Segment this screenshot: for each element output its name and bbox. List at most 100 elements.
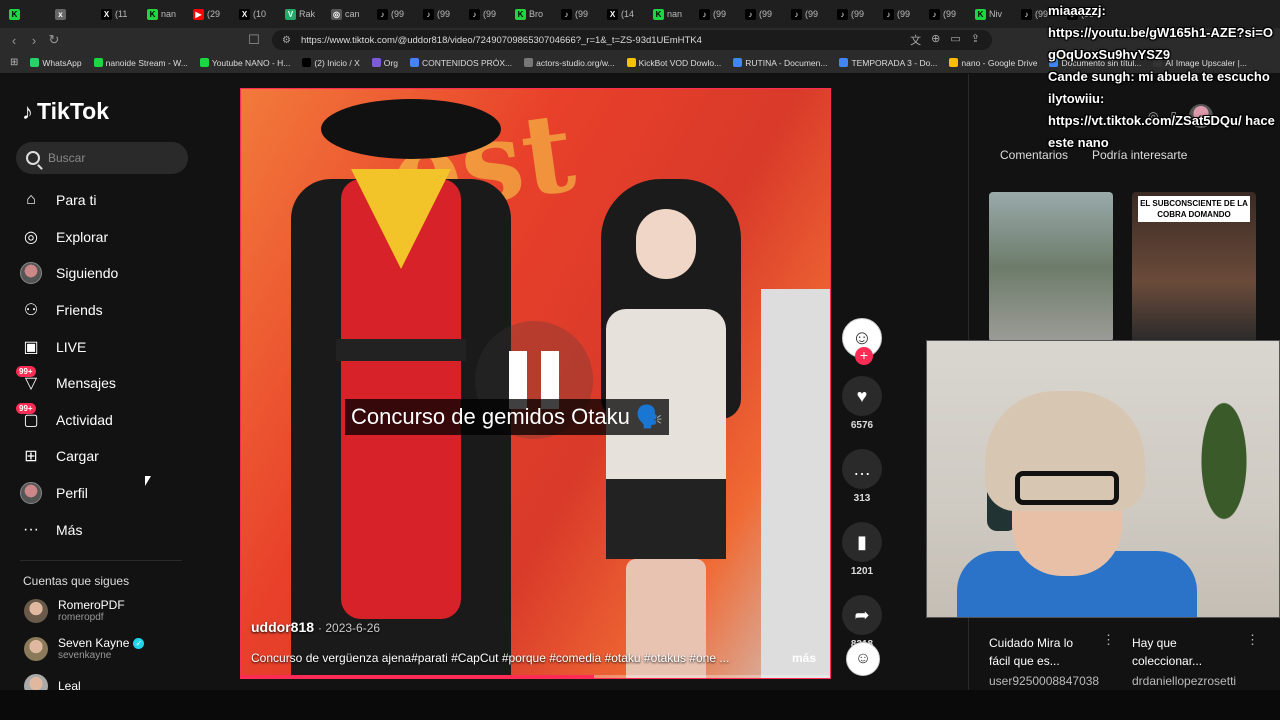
- browser-tab[interactable]: K Niv: [972, 3, 1014, 25]
- sidebar-item-ms[interactable]: ··· Más: [20, 511, 210, 548]
- stream-chat-overlay: miaaazzj: https://youtu.be/gW165h1-AZE?si…: [1048, 0, 1280, 154]
- site-info-icon[interactable]: ⚙: [282, 35, 291, 46]
- browser-tab[interactable]: ▶ (29: [190, 3, 232, 25]
- browser-tab[interactable]: ♪ (99: [880, 3, 922, 25]
- sound-avatar[interactable]: ☺: [846, 642, 880, 676]
- recommended-title[interactable]: Cuidado Mira lo fácil que es...: [989, 634, 1093, 670]
- bookmark-item[interactable]: actors-studio.org/w...: [524, 58, 615, 68]
- browser-tab[interactable]: ♪ (99: [742, 3, 784, 25]
- tab-favicon-icon: ♪: [791, 8, 802, 20]
- sidebar-item-actividad[interactable]: ▢ 99+ Actividad: [16, 402, 210, 439]
- notification-badge: 99+: [16, 402, 36, 414]
- tab-favicon-icon: x: [55, 8, 66, 20]
- creator-avatar[interactable]: ☺ +: [842, 318, 882, 365]
- notification-badge: 99+: [16, 366, 36, 378]
- account-avatar: [24, 598, 48, 623]
- video-author-name[interactable]: uddor818: [251, 619, 314, 635]
- sidebar-nav: ⌂ Para ti ◎ Explorar Siguiendo ⚇ Friends ▣ LIVE ▽…: [16, 182, 210, 548]
- verified-icon: ✓: [133, 637, 145, 649]
- browser-tab[interactable]: X (14: [604, 3, 646, 25]
- following-account[interactable]: Seven Kayne ✓ sevenkayne: [24, 636, 145, 661]
- share-button[interactable]: ➦: [842, 595, 882, 635]
- apps-grid-icon[interactable]: ⊞: [10, 57, 18, 68]
- bookmark-item[interactable]: (2) Inicio / X: [302, 58, 360, 68]
- more-icon: ···: [23, 520, 39, 538]
- browser-tab[interactable]: K: [6, 3, 48, 25]
- browser-tab[interactable]: X (11: [98, 3, 140, 25]
- more-button[interactable]: más: [792, 651, 816, 665]
- tiktok-logo[interactable]: ♪ TikTok: [22, 98, 109, 125]
- comment-count: 313: [853, 493, 871, 504]
- browser-tab[interactable]: Knan: [650, 3, 692, 25]
- browser-tab[interactable]: ♪ (99: [466, 3, 508, 25]
- recommended-thumbnail[interactable]: EL SUBCONSCIENTE DE LA COBRA DOMANDO: [1132, 192, 1256, 342]
- sidebar-item-mensajes[interactable]: ▽ 99+ Mensajes: [16, 365, 210, 402]
- tab-label: (99: [437, 9, 451, 19]
- like-button[interactable]: ♥: [842, 376, 882, 416]
- sidebar-item-explorar[interactable]: ◎ Explorar: [20, 219, 210, 256]
- bookmark-item[interactable]: CONTENIDOS PRÓX...: [409, 58, 512, 68]
- url-actions: 文 ⊕ ▭ ⇪: [910, 32, 980, 48]
- share-icon[interactable]: ⇪: [971, 32, 980, 48]
- profile-icon: [20, 482, 42, 505]
- browser-tab[interactable]: V Rak: [282, 3, 324, 25]
- forward-arrow-icon[interactable]: ›: [24, 30, 44, 50]
- browser-tab[interactable]: ♪ (99: [558, 3, 600, 25]
- url-field[interactable]: ⚙ https://www.tiktok.com/@uddor818/video…: [272, 30, 992, 50]
- sidebar-item-live[interactable]: ▣ LIVE: [20, 328, 210, 365]
- bookmark-item[interactable]: Org: [371, 58, 398, 68]
- heart-icon: ♥: [856, 385, 868, 406]
- bookmark-item[interactable]: Youtube NANO - H...: [199, 58, 290, 68]
- browser-tab[interactable]: ♪ (99: [788, 3, 830, 25]
- tab-favicon-icon: ♪: [469, 8, 480, 20]
- bookmark-item[interactable]: KickBot VOD Dowlo...: [626, 58, 721, 68]
- browser-tab[interactable]: Knan: [144, 3, 186, 25]
- follow-plus-icon[interactable]: +: [855, 347, 873, 365]
- comment-button[interactable]: …: [842, 449, 882, 489]
- translate-icon[interactable]: 文: [910, 32, 921, 48]
- bookmark-item[interactable]: RUTINA - Documen...: [733, 58, 827, 68]
- following-account[interactable]: RomeroPDF romeropdf: [24, 598, 125, 623]
- tab-label: (99: [943, 9, 957, 19]
- back-arrow-icon[interactable]: ‹: [4, 30, 24, 50]
- browser-tab[interactable]: K Bro: [512, 3, 554, 25]
- browser-tab[interactable]: ◎ can: [328, 3, 370, 25]
- sidebar-item-friends[interactable]: ⚇ Friends: [20, 292, 210, 329]
- recommended-user[interactable]: user9250008847038: [989, 674, 1099, 688]
- url-text: https://www.tiktok.com/@uddor818/video/7…: [300, 34, 702, 46]
- bookmark-item[interactable]: WhatsApp: [30, 58, 82, 68]
- video-player[interactable]: est Concurso de gemidos Otaku 🗣️ uddor81…: [240, 88, 831, 679]
- browser-tab[interactable]: x: [52, 3, 94, 25]
- video-progress-track[interactable]: [241, 675, 830, 678]
- recommended-user: drdaniellopezrosetti: [1132, 674, 1237, 688]
- browser-tab[interactable]: ♪ (99: [926, 3, 968, 25]
- browser-tab[interactable]: ♪ (99: [834, 3, 876, 25]
- recommended-thumbnail[interactable]: [989, 192, 1113, 342]
- more-vert-icon[interactable]: ⋮: [1246, 632, 1259, 648]
- cast-icon[interactable]: ▭: [950, 32, 960, 48]
- chat-message: miaaazzj:: [1048, 3, 1106, 18]
- sidebar-item-perfil[interactable]: Perfil: [20, 475, 210, 512]
- bookmark-star-icon[interactable]: ☐: [244, 30, 264, 50]
- sidebar-item-cargar[interactable]: ⊞ Cargar: [20, 438, 210, 475]
- browser-tab[interactable]: X (10: [236, 3, 278, 25]
- recommended-title[interactable]: Hay que coleccionar...: [1132, 634, 1236, 670]
- sidebar-item-siguiendo[interactable]: Siguiendo: [20, 255, 210, 292]
- video-author[interactable]: uddor818 · 2023-6-26: [251, 619, 380, 635]
- reload-icon[interactable]: ↻: [44, 30, 64, 50]
- search-input[interactable]: Buscar: [16, 142, 188, 174]
- bookmark-item[interactable]: nano - Google Drive: [949, 58, 1037, 68]
- tab-label: Niv: [989, 9, 1002, 19]
- sidebar-item-parati[interactable]: ⌂ Para ti: [20, 182, 210, 219]
- browser-tab[interactable]: ♪ (99: [696, 3, 738, 25]
- browser-tab[interactable]: ♪ (99: [420, 3, 462, 25]
- bookmark-item[interactable]: TEMPORADA 3 - Do...: [839, 58, 937, 68]
- more-vert-icon[interactable]: ⋮: [1102, 632, 1115, 648]
- browser-tab[interactable]: ♪ (99: [374, 3, 416, 25]
- save-button[interactable]: ▮: [842, 522, 882, 562]
- compass-icon: ◎: [24, 228, 38, 246]
- tab-label: (10: [253, 9, 267, 19]
- zoom-icon[interactable]: ⊕: [931, 32, 940, 48]
- bookmark-item[interactable]: nanoide Stream - W...: [93, 58, 188, 68]
- tab-favicon-icon: K: [147, 8, 158, 20]
